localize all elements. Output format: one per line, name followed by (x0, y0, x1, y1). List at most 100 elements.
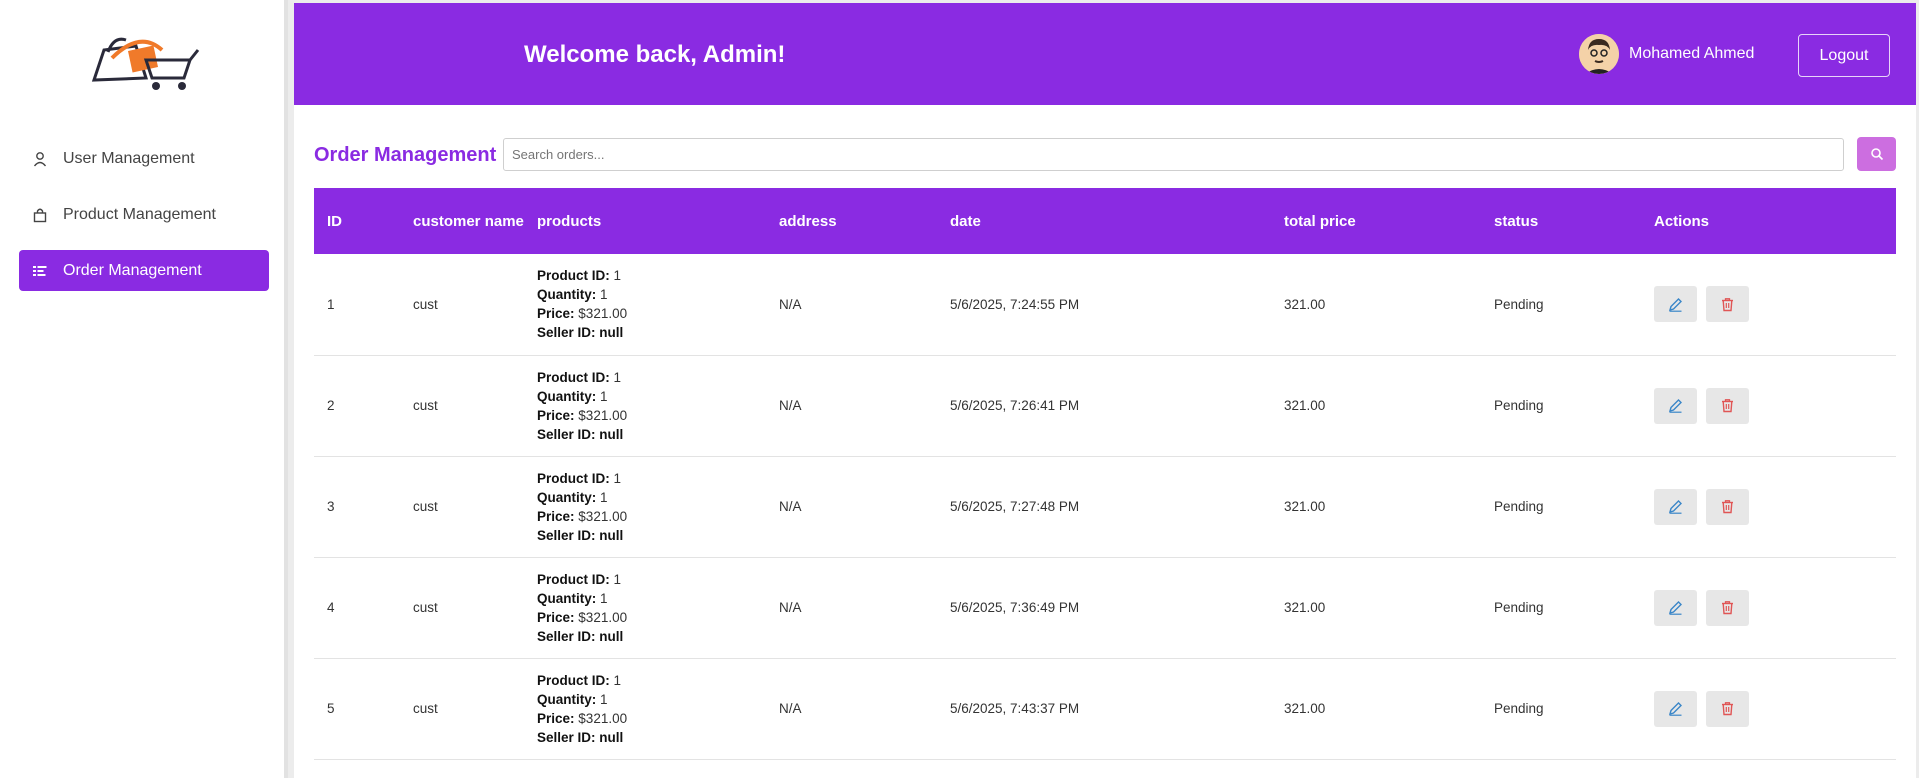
trash-icon (1722, 399, 1733, 413)
order-id: 2 (327, 398, 335, 413)
table-row: 2 cust Product ID: 1 Quantity: 1 Price: … (314, 355, 1896, 456)
search-input[interactable] (503, 138, 1844, 171)
customer-name: cust (413, 296, 438, 312)
column-header[interactable]: ID (314, 188, 400, 254)
edit-button[interactable] (1654, 589, 1697, 626)
order-date: 5/6/2025, 7:24:55 PM (950, 296, 1080, 312)
order-id: 4 (327, 600, 335, 615)
column-header[interactable]: customer name (400, 188, 524, 254)
product-id-value: 1 (613, 571, 622, 587)
column-header[interactable]: total price (1271, 188, 1481, 254)
seller-id-label: Seller ID: (537, 325, 596, 341)
order-date: 5/6/2025, 7:43:37 PM (950, 701, 1080, 716)
avatar (1579, 34, 1619, 74)
seller-id-label: Seller ID: (537, 729, 596, 745)
table-row: 3 cust Product ID: 1 Quantity: 1 Price: … (314, 456, 1896, 557)
delete-button[interactable] (1706, 690, 1749, 727)
user-name: Mohamed Ahmed (1629, 45, 1755, 62)
status-badge: Pending (1494, 600, 1544, 615)
price-label: Price: (537, 407, 575, 423)
delete-button[interactable] (1706, 488, 1749, 525)
pencil-icon (1668, 297, 1682, 312)
price-value: $321.00 (578, 306, 628, 322)
row-actions (1641, 456, 1896, 557)
edit-button[interactable] (1654, 286, 1697, 323)
product-details: Product ID: 1 Quantity: 1 Price: $321.00… (524, 456, 766, 557)
column-header[interactable]: address (766, 188, 937, 254)
edit-button[interactable] (1654, 387, 1697, 424)
user-icon (31, 150, 49, 168)
price-value: $321.00 (578, 508, 628, 524)
column-header[interactable]: products (524, 188, 766, 254)
sidebar: User Management Product Management Order… (0, 0, 288, 778)
table-header-row: ID customer name products address date t… (314, 188, 1896, 254)
edit-button[interactable] (1654, 690, 1697, 727)
pencil-icon (1668, 500, 1682, 514)
quantity-value: 1 (600, 590, 608, 606)
table-row: 5 cust Product ID: 1 Quantity: 1 Price: … (314, 658, 1896, 759)
main-content: Welcome back, Admin! Mohamed Ahmed Logou… (294, 3, 1916, 778)
product-id-label: Product ID: (537, 672, 610, 688)
trash-icon (1722, 601, 1733, 615)
order-date: 5/6/2025, 7:27:48 PM (950, 499, 1080, 514)
total-price: 321.00 (1284, 499, 1326, 514)
order-date: 5/6/2025, 7:26:41 PM (950, 398, 1080, 413)
delete-button[interactable] (1706, 387, 1749, 424)
address: N/A (779, 701, 802, 716)
product-id-value: 1 (613, 268, 622, 284)
product-details: Product ID: 1 Quantity: 1 Price: $321.00… (524, 355, 766, 456)
orders-table-body: 1 cust Product ID: 1 Quantity: 1 Price: … (314, 254, 1896, 759)
row-actions (1641, 254, 1896, 355)
address: N/A (779, 600, 802, 615)
product-details: Product ID: 1 Quantity: 1 Price: $321.00… (524, 658, 766, 759)
quantity-label: Quantity: (537, 388, 597, 404)
delete-button[interactable] (1706, 286, 1749, 323)
bag-icon (31, 206, 49, 224)
row-actions (1641, 355, 1896, 456)
seller-id-label: Seller ID: (537, 628, 596, 644)
seller-id-value: null (599, 628, 624, 644)
seller-id-label: Seller ID: (537, 527, 596, 543)
price-value: $321.00 (578, 609, 628, 625)
shop-cart-logo (91, 37, 200, 90)
row-actions (1641, 658, 1896, 759)
product-id-label: Product ID: (537, 470, 610, 486)
column-header[interactable]: status (1481, 188, 1641, 254)
delete-button[interactable] (1706, 589, 1749, 626)
table-row: 1 cust Product ID: 1 Quantity: 1 Price: … (314, 254, 1896, 355)
product-id-value: 1 (613, 369, 622, 385)
pencil-icon (1668, 601, 1682, 615)
search-icon (1870, 148, 1883, 161)
seller-id-value: null (599, 325, 624, 341)
order-toolbar: Order Management (314, 134, 1896, 171)
total-price: 321.00 (1284, 398, 1326, 413)
total-price: 321.00 (1284, 701, 1326, 716)
search-button[interactable] (1857, 137, 1896, 171)
row-actions (1641, 557, 1896, 658)
trash-icon (1722, 702, 1733, 716)
customer-name: cust (413, 499, 438, 514)
edit-button[interactable] (1654, 488, 1697, 525)
sidebar-item-user-management[interactable]: User Management (19, 138, 269, 179)
order-date: 5/6/2025, 7:36:49 PM (950, 600, 1080, 615)
sidebar-item-product-management[interactable]: Product Management (19, 194, 269, 235)
sidebar-item-order-management[interactable]: Order Management (19, 250, 269, 291)
quantity-label: Quantity: (537, 691, 597, 707)
product-details: Product ID: 1 Quantity: 1 Price: $321.00… (524, 254, 766, 355)
order-id: 1 (327, 296, 335, 312)
product-id-label: Product ID: (537, 268, 610, 284)
user-profile[interactable]: Mohamed Ahmed (1579, 34, 1754, 74)
trash-icon (1722, 297, 1733, 311)
column-header[interactable]: date (937, 188, 1271, 254)
admin-dashboard: User Management Product Management Order… (0, 0, 1919, 778)
quantity-value: 1 (600, 388, 608, 404)
product-id-label: Product ID: (537, 571, 610, 587)
top-bar: Welcome back, Admin! Mohamed Ahmed Logou… (294, 3, 1916, 105)
price-label: Price: (537, 609, 575, 625)
quantity-label: Quantity: (537, 590, 597, 606)
seller-id-value: null (599, 729, 624, 745)
pencil-icon (1668, 399, 1682, 413)
logout-button[interactable]: Logout (1798, 34, 1890, 77)
order-id: 3 (327, 499, 335, 514)
total-price: 321.00 (1284, 600, 1326, 615)
